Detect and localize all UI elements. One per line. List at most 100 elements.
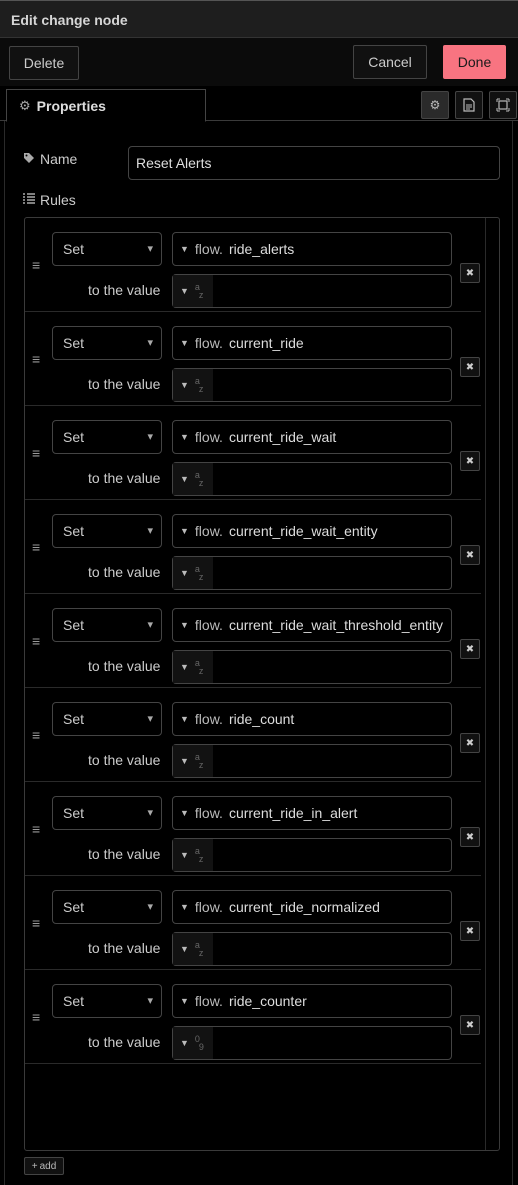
rule-action-select[interactable]: Set ▾ — [52, 890, 162, 924]
caret-down-icon[interactable]: ▼ — [180, 808, 189, 818]
caret-down-icon[interactable]: ▼ — [180, 244, 189, 254]
chevron-down-icon: ▾ — [147, 713, 153, 725]
rule-action-select[interactable]: Set ▾ — [52, 420, 162, 454]
description-tab-document-icon[interactable] — [455, 91, 483, 119]
rule-target-field[interactable]: ▼ flow. ride_counter — [172, 984, 452, 1018]
add-rule-button[interactable]: + add — [24, 1157, 64, 1175]
rule-value-field[interactable]: ▼ 09 — [172, 1026, 452, 1060]
delete-rule-x-icon[interactable]: ✖ — [460, 451, 480, 471]
drag-handle-icon[interactable]: ≡ — [32, 258, 44, 272]
rule-action-select[interactable]: Set ▾ — [52, 796, 162, 830]
drag-handle-icon[interactable]: ≡ — [32, 916, 44, 930]
value-type-select[interactable]: ▼ az — [173, 557, 213, 589]
to-the-value-label: to the value — [88, 564, 161, 580]
value-type-select[interactable]: ▼ az — [173, 275, 213, 307]
caret-down-icon[interactable]: ▼ — [180, 714, 189, 724]
rule-target-field[interactable]: ▼ flow. ride_alerts — [172, 232, 452, 266]
caret-down-icon: ▼ — [180, 756, 189, 766]
rule-action-select[interactable]: Set ▾ — [52, 608, 162, 642]
to-the-value-label: to the value — [88, 752, 161, 768]
rule-target-property: ride_counter — [228, 993, 307, 1009]
name-input[interactable]: Reset Alerts — [128, 146, 500, 180]
value-type-select[interactable]: ▼ az — [173, 651, 213, 683]
string-type-icon: az — [194, 752, 204, 770]
done-button[interactable]: Done — [443, 45, 506, 79]
rule-target-scope: flow. — [194, 523, 223, 539]
rule-value-field[interactable]: ▼ az — [172, 744, 452, 778]
rule-value-field[interactable]: ▼ az — [172, 462, 452, 496]
delete-button[interactable]: Delete — [9, 46, 79, 80]
rule-target-field[interactable]: ▼ flow. current_ride_normalized — [172, 890, 452, 924]
value-type-select[interactable]: ▼ 09 — [173, 1027, 213, 1059]
rules-list[interactable]: ≡ Set ▾ ▼ flow. ride_alerts to the value… — [24, 217, 500, 1151]
rule-target-scope: flow. — [194, 335, 223, 351]
drag-handle-icon[interactable]: ≡ — [32, 634, 44, 648]
rule-value-field[interactable]: ▼ az — [172, 932, 452, 966]
rule-target-field[interactable]: ▼ flow. ride_count — [172, 702, 452, 736]
caret-down-icon[interactable]: ▼ — [180, 902, 189, 912]
settings-tab-gear-icon[interactable]: ⚙ — [421, 91, 449, 119]
cancel-button[interactable]: Cancel — [353, 45, 427, 79]
tag-icon — [23, 152, 35, 167]
value-type-select[interactable]: ▼ az — [173, 933, 213, 965]
delete-rule-x-icon[interactable]: ✖ — [460, 263, 480, 283]
rule-target-scope: flow. — [194, 711, 223, 727]
caret-down-icon[interactable]: ▼ — [180, 338, 189, 348]
rule-target-scope: flow. — [194, 241, 223, 257]
rule-action-select[interactable]: Set ▾ — [52, 326, 162, 360]
delete-rule-x-icon[interactable]: ✖ — [460, 357, 480, 377]
string-type-icon: az — [194, 470, 204, 488]
rule-target-scope: flow. — [194, 805, 223, 821]
rule-target-field[interactable]: ▼ flow. current_ride — [172, 326, 452, 360]
delete-rule-x-icon[interactable]: ✖ — [460, 827, 480, 847]
rule-target-scope: flow. — [194, 899, 223, 915]
drag-handle-icon[interactable]: ≡ — [32, 540, 44, 554]
tab-properties[interactable]: ⚙ Properties — [6, 89, 206, 122]
drag-handle-icon[interactable]: ≡ — [32, 446, 44, 460]
string-type-icon: az — [194, 940, 204, 958]
rule-action-select[interactable]: Set ▾ — [52, 514, 162, 548]
rule-target-field[interactable]: ▼ flow. current_ride_in_alert — [172, 796, 452, 830]
rule-target-field[interactable]: ▼ flow. current_ride_wait_entity — [172, 514, 452, 548]
rule-value-field[interactable]: ▼ az — [172, 650, 452, 684]
caret-down-icon[interactable]: ▼ — [180, 996, 189, 1006]
drag-handle-icon[interactable]: ≡ — [32, 728, 44, 742]
rules-label: Rules — [40, 192, 76, 208]
caret-down-icon[interactable]: ▼ — [180, 620, 189, 630]
delete-rule-x-icon[interactable]: ✖ — [460, 733, 480, 753]
drag-handle-icon[interactable]: ≡ — [32, 352, 44, 366]
value-type-select[interactable]: ▼ az — [173, 745, 213, 777]
dialog-titlebar: Edit change node — [0, 0, 518, 38]
rule-value-field[interactable]: ▼ az — [172, 838, 452, 872]
rules-scrollbar[interactable] — [485, 218, 499, 1150]
drag-handle-icon[interactable]: ≡ — [32, 1010, 44, 1024]
appearance-tab-frame-icon[interactable] — [489, 91, 517, 119]
delete-rule-x-icon[interactable]: ✖ — [460, 1015, 480, 1035]
caret-down-icon[interactable]: ▼ — [180, 432, 189, 442]
rule-value-field[interactable]: ▼ az — [172, 274, 452, 308]
name-label: Name — [40, 151, 78, 167]
string-type-icon: az — [194, 846, 204, 864]
rule-target-field[interactable]: ▼ flow. current_ride_wait — [172, 420, 452, 454]
chevron-down-icon: ▾ — [147, 431, 153, 443]
rule-target-field[interactable]: ▼ flow. current_ride_wait_threshold_enti… — [172, 608, 452, 642]
caret-down-icon: ▼ — [180, 568, 189, 578]
delete-rule-x-icon[interactable]: ✖ — [460, 545, 480, 565]
rule-target-property: current_ride_wait — [228, 429, 337, 445]
value-type-select[interactable]: ▼ az — [173, 369, 213, 401]
value-type-select[interactable]: ▼ az — [173, 839, 213, 871]
to-the-value-label: to the value — [88, 658, 161, 674]
rule-value-field[interactable]: ▼ az — [172, 556, 452, 590]
rule-action-select[interactable]: Set ▾ — [52, 702, 162, 736]
rule-action-select[interactable]: Set ▾ — [52, 232, 162, 266]
drag-handle-icon[interactable]: ≡ — [32, 822, 44, 836]
rule-action-value: Set — [63, 523, 85, 539]
rule-value-field[interactable]: ▼ az — [172, 368, 452, 402]
caret-down-icon[interactable]: ▼ — [180, 526, 189, 536]
rule-action-select[interactable]: Set ▾ — [52, 984, 162, 1018]
delete-rule-x-icon[interactable]: ✖ — [460, 639, 480, 659]
rule-target-property: current_ride_wait_entity — [228, 523, 378, 539]
chevron-down-icon: ▾ — [147, 901, 153, 913]
delete-rule-x-icon[interactable]: ✖ — [460, 921, 480, 941]
value-type-select[interactable]: ▼ az — [173, 463, 213, 495]
